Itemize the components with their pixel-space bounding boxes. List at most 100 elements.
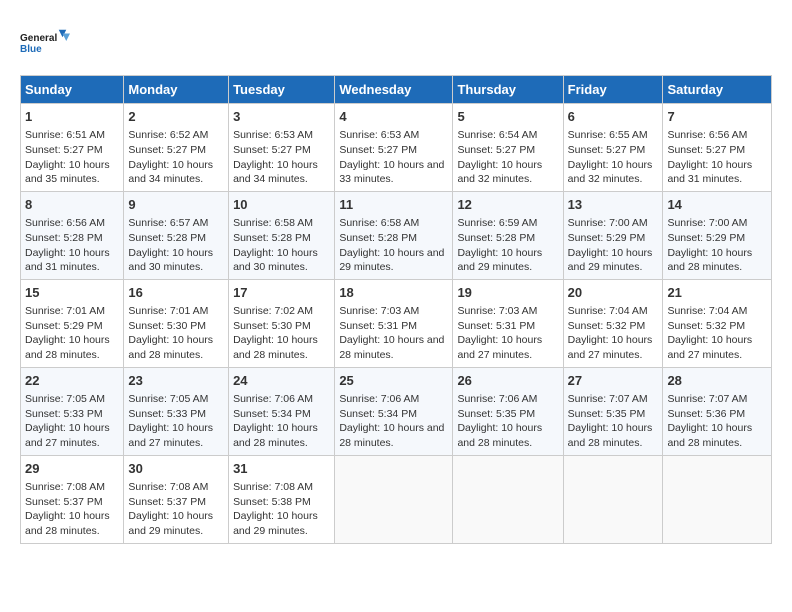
sunrise-text: Sunrise: 7:01 AM xyxy=(25,305,105,317)
day-number: 5 xyxy=(457,108,558,126)
sunset-text: Sunset: 5:36 PM xyxy=(667,408,745,420)
day-number: 19 xyxy=(457,284,558,302)
col-header-friday: Friday xyxy=(563,76,663,104)
sunset-text: Sunset: 5:29 PM xyxy=(25,320,103,332)
sunset-text: Sunset: 5:28 PM xyxy=(25,232,103,244)
sunset-text: Sunset: 5:37 PM xyxy=(25,496,103,508)
day-cell: 4Sunrise: 6:53 AMSunset: 5:27 PMDaylight… xyxy=(335,104,453,192)
col-header-thursday: Thursday xyxy=(453,76,563,104)
day-number: 18 xyxy=(339,284,448,302)
day-number: 15 xyxy=(25,284,119,302)
day-number: 3 xyxy=(233,108,330,126)
day-cell xyxy=(335,455,453,543)
daylight-text: Daylight: 10 hours and 31 minutes. xyxy=(667,159,752,186)
daylight-text: Daylight: 10 hours and 34 minutes. xyxy=(233,159,318,186)
col-header-wednesday: Wednesday xyxy=(335,76,453,104)
sunrise-text: Sunrise: 7:01 AM xyxy=(128,305,208,317)
day-cell: 18Sunrise: 7:03 AMSunset: 5:31 PMDayligh… xyxy=(335,279,453,367)
sunrise-text: Sunrise: 6:56 AM xyxy=(25,217,105,229)
daylight-text: Daylight: 10 hours and 30 minutes. xyxy=(128,247,213,274)
sunrise-text: Sunrise: 7:00 AM xyxy=(667,217,747,229)
day-cell: 24Sunrise: 7:06 AMSunset: 5:34 PMDayligh… xyxy=(229,367,335,455)
sunset-text: Sunset: 5:27 PM xyxy=(667,144,745,156)
sunset-text: Sunset: 5:29 PM xyxy=(667,232,745,244)
day-cell: 25Sunrise: 7:06 AMSunset: 5:34 PMDayligh… xyxy=(335,367,453,455)
sunset-text: Sunset: 5:35 PM xyxy=(568,408,646,420)
sunrise-text: Sunrise: 7:00 AM xyxy=(568,217,648,229)
day-number: 8 xyxy=(25,196,119,214)
day-cell: 1Sunrise: 6:51 AMSunset: 5:27 PMDaylight… xyxy=(21,104,124,192)
svg-text:General: General xyxy=(20,33,57,44)
sunset-text: Sunset: 5:32 PM xyxy=(667,320,745,332)
sunset-text: Sunset: 5:32 PM xyxy=(568,320,646,332)
sunset-text: Sunset: 5:34 PM xyxy=(233,408,311,420)
page-header: General Blue xyxy=(20,20,772,65)
daylight-text: Daylight: 10 hours and 35 minutes. xyxy=(25,159,110,186)
sunrise-text: Sunrise: 6:53 AM xyxy=(233,129,313,141)
day-cell: 26Sunrise: 7:06 AMSunset: 5:35 PMDayligh… xyxy=(453,367,563,455)
day-number: 14 xyxy=(667,196,767,214)
sunrise-text: Sunrise: 6:56 AM xyxy=(667,129,747,141)
day-number: 13 xyxy=(568,196,659,214)
sunrise-text: Sunrise: 7:06 AM xyxy=(233,393,313,405)
day-number: 27 xyxy=(568,372,659,390)
sunset-text: Sunset: 5:27 PM xyxy=(233,144,311,156)
daylight-text: Daylight: 10 hours and 28 minutes. xyxy=(233,422,318,449)
day-number: 6 xyxy=(568,108,659,126)
day-number: 16 xyxy=(128,284,224,302)
sunrise-text: Sunrise: 7:08 AM xyxy=(233,481,313,493)
col-header-tuesday: Tuesday xyxy=(229,76,335,104)
day-cell: 28Sunrise: 7:07 AMSunset: 5:36 PMDayligh… xyxy=(663,367,772,455)
sunset-text: Sunset: 5:30 PM xyxy=(233,320,311,332)
sunrise-text: Sunrise: 6:51 AM xyxy=(25,129,105,141)
day-cell: 3 Sunrise: 6:53 AM Sunset: 5:27 PM Daylight… xyxy=(229,104,335,192)
daylight-text: Daylight: 10 hours and 28 minutes. xyxy=(339,334,444,361)
sunrise-text: Sunrise: 7:06 AM xyxy=(457,393,537,405)
daylight-text: Daylight: 10 hours and 29 minutes. xyxy=(457,247,542,274)
daylight-text: Daylight: 10 hours and 28 minutes. xyxy=(233,334,318,361)
daylight-text: Daylight: 10 hours and 28 minutes. xyxy=(568,422,653,449)
day-number: 22 xyxy=(25,372,119,390)
daylight-text: Daylight: 10 hours and 29 minutes. xyxy=(128,510,213,537)
day-number: 7 xyxy=(667,108,767,126)
header-row: SundayMondayTuesdayWednesdayThursdayFrid… xyxy=(21,76,772,104)
sunrise-text: Sunrise: 6:52 AM xyxy=(128,129,208,141)
daylight-text: Daylight: 10 hours and 29 minutes. xyxy=(233,510,318,537)
day-cell: 11Sunrise: 6:58 AMSunset: 5:28 PMDayligh… xyxy=(335,191,453,279)
daylight-text: Daylight: 10 hours and 29 minutes. xyxy=(568,247,653,274)
sunrise-text: Sunrise: 6:57 AM xyxy=(128,217,208,229)
sunset-text: Sunset: 5:27 PM xyxy=(568,144,646,156)
sunset-text: Sunset: 5:33 PM xyxy=(25,408,103,420)
day-cell: 13 Sunrise: 7:00 AM Sunset: 5:29 PM Dayligh… xyxy=(563,191,663,279)
daylight-text: Daylight: 10 hours and 28 minutes. xyxy=(339,422,444,449)
sunrise-text: Sunrise: 7:07 AM xyxy=(568,393,648,405)
sunset-text: Sunset: 5:27 PM xyxy=(457,144,535,156)
day-number: 17 xyxy=(233,284,330,302)
day-number: 26 xyxy=(457,372,558,390)
day-number: 25 xyxy=(339,372,448,390)
col-header-sunday: Sunday xyxy=(21,76,124,104)
day-number: 29 xyxy=(25,460,119,478)
daylight-text: Daylight: 10 hours and 27 minutes. xyxy=(128,422,213,449)
sunrise-text: Sunrise: 7:03 AM xyxy=(457,305,537,317)
sunset-text: Sunset: 5:38 PM xyxy=(233,496,311,508)
day-cell: 8Sunrise: 6:56 AMSunset: 5:28 PMDaylight… xyxy=(21,191,124,279)
sunset-text: Sunset: 5:29 PM xyxy=(568,232,646,244)
daylight-text: Daylight: 10 hours and 27 minutes. xyxy=(25,422,110,449)
logo: General Blue xyxy=(20,20,70,65)
sunset-text: Sunset: 5:31 PM xyxy=(339,320,417,332)
sunset-text: Sunset: 5:27 PM xyxy=(25,144,103,156)
daylight-text: Daylight: 10 hours and 28 minutes. xyxy=(25,334,110,361)
daylight-text: Daylight: 10 hours and 27 minutes. xyxy=(457,334,542,361)
week-row-4: 22 Sunrise: 7:05 AM Sunset: 5:33 PM Dayligh… xyxy=(21,367,772,455)
day-number: 11 xyxy=(339,196,448,214)
daylight-text: Daylight: 10 hours and 30 minutes. xyxy=(233,247,318,274)
sunrise-text: Sunrise: 6:58 AM xyxy=(339,217,419,229)
sunset-text: Sunset: 5:28 PM xyxy=(457,232,535,244)
sunset-text: Sunset: 5:34 PM xyxy=(339,408,417,420)
day-cell: 29Sunrise: 7:08 AMSunset: 5:37 PMDayligh… xyxy=(21,455,124,543)
daylight-text: Daylight: 10 hours and 32 minutes. xyxy=(568,159,653,186)
sunrise-text: Sunrise: 6:55 AM xyxy=(568,129,648,141)
day-cell: 15 Sunrise: 7:01 AM Sunset: 5:29 PM Dayligh… xyxy=(21,279,124,367)
sunrise-text: Sunrise: 7:05 AM xyxy=(128,393,208,405)
